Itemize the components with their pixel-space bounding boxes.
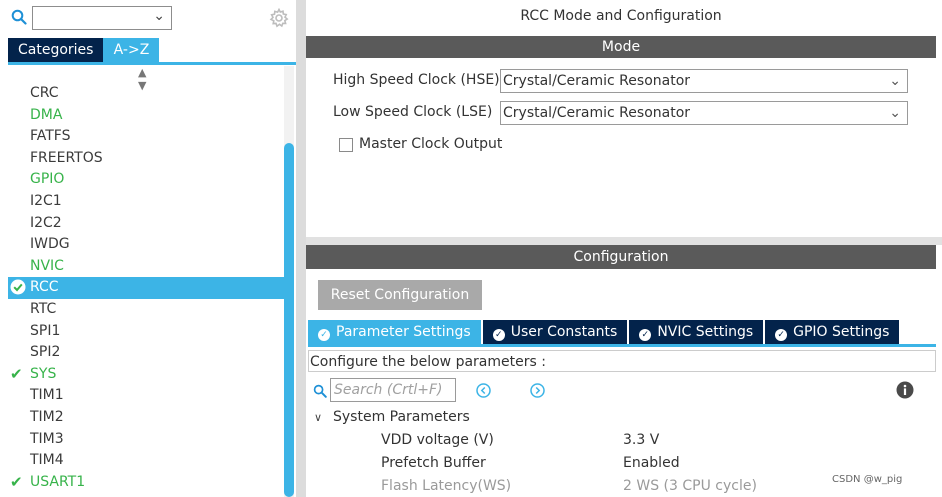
check-icon: ✔ (10, 364, 23, 383)
peripheral-label: DMA (30, 106, 63, 123)
tab-config-1[interactable]: ✓ User Constants (482, 320, 628, 344)
previous-result-icon[interactable] (476, 383, 491, 398)
peripheral-label: SPI1 (30, 322, 61, 339)
peripheral-label: TIM2 (30, 408, 64, 425)
peripheral-label: FATFS (30, 128, 71, 145)
peripheral-label: SPI2 (30, 344, 61, 361)
peripheral-label: CRC (30, 85, 59, 101)
tab-a-to-z[interactable]: A->Z (103, 38, 160, 62)
peripheral-label: GPIO (30, 171, 65, 188)
peripheral-label: I2C1 (30, 192, 62, 209)
scrollbar-thumb[interactable] (284, 143, 294, 497)
check-icon: ✔ (10, 472, 23, 491)
config-tab-bar: ✓ Parameter Settings ✓ User Constants ✓ NVIC … (308, 320, 901, 344)
info-icon[interactable] (896, 381, 914, 399)
check-circle-icon: ✓ (639, 329, 652, 341)
peripheral-label: TIM3 (30, 430, 64, 447)
param-value[interactable]: 2 WS (3 CPU cycle) (623, 478, 757, 494)
peripheral-item[interactable]: TIM1 (8, 385, 286, 407)
check-circle-icon (10, 277, 28, 299)
lse-label: Low Speed Clock (LSE) (333, 104, 493, 120)
peripheral-label: TIM4 (30, 452, 64, 469)
gear-icon[interactable] (269, 8, 289, 28)
check-circle-icon: ✓ (775, 329, 788, 341)
peripheral-item[interactable]: TIM4 (8, 450, 286, 472)
panel-splitter[interactable] (296, 0, 306, 497)
tab-config-3[interactable]: ✓ GPIO Settings (765, 320, 900, 344)
peripheral-item[interactable]: TIM2 (8, 407, 286, 429)
tab-label: NVIC Settings (657, 324, 754, 340)
peripheral-label: IWDG (30, 236, 70, 253)
search-icon[interactable] (11, 9, 27, 25)
chevron-down-icon[interactable]: ⌄ (889, 102, 901, 124)
peripheral-label: TIM1 (30, 387, 64, 404)
configure-instructions: Configure the below parameters : (308, 350, 936, 372)
param-value[interactable]: 3.3 V (623, 432, 659, 448)
tab-config-0[interactable]: ✓ Parameter Settings (308, 320, 481, 344)
peripheral-item[interactable]: I2C2 (8, 213, 286, 235)
param-name: Flash Latency(WS) (381, 478, 512, 494)
hse-select[interactable]: Crystal/Ceramic Resonator ⌄ (500, 69, 908, 93)
check-circle-icon: ✓ (318, 329, 330, 341)
right-panel: RCC Mode and Configuration Mode High Spe… (306, 0, 942, 497)
watermark: CSDN @w_pig (832, 474, 903, 485)
peripheral-label: I2C2 (30, 214, 62, 231)
peripheral-item[interactable]: DMA (8, 105, 286, 127)
peripheral-item[interactable]: FATFS (8, 126, 286, 148)
peripheral-item[interactable]: I2C1 (8, 191, 286, 213)
tab-config-2[interactable]: ✓ NVIC Settings (629, 320, 764, 344)
next-result-icon[interactable] (530, 383, 545, 398)
peripheral-item[interactable]: GPIO (8, 169, 286, 191)
tab-categories[interactable]: Categories (8, 38, 104, 62)
configuration-header: Configuration (306, 245, 936, 269)
left-tab-bar: Categories A->Z (8, 38, 160, 62)
lse-select[interactable]: Crystal/Ceramic Resonator ⌄ (500, 101, 908, 125)
peripheral-list: CRC DMA FATFS FREERTOS GPIO I2C1 I2C2 IWDG NVIC R… (8, 83, 286, 493)
peripheral-item[interactable]: FREERTOS (8, 148, 286, 170)
section-divider[interactable] (306, 237, 942, 245)
peripheral-item[interactable]: ✔ SYS (8, 364, 286, 386)
left-panel: ⌄ Categories A->Z ▲ ▼ CRC DMA FATFS FREERTOS… (0, 0, 296, 497)
peripheral-label: RCC (30, 279, 59, 296)
check-circle-icon: ✓ (492, 329, 505, 341)
tab-label: Parameter Settings (336, 324, 471, 340)
peripheral-item[interactable]: RCC (8, 277, 286, 299)
peripheral-label: FREERTOS (30, 149, 103, 166)
peripheral-item[interactable]: TIM3 (8, 429, 286, 451)
param-name: VDD voltage (V) (381, 432, 494, 448)
peripheral-item[interactable]: IWDG (8, 234, 286, 256)
tab-label: User Constants (510, 324, 618, 340)
group-label: System Parameters (333, 409, 470, 425)
param-name: Prefetch Buffer (381, 455, 486, 471)
param-value[interactable]: Enabled (623, 455, 680, 471)
peripheral-item[interactable]: ✔ USART1 (8, 472, 286, 494)
tab-label: GPIO Settings (793, 324, 890, 340)
mode-header: Mode (306, 36, 936, 58)
peripheral-item[interactable]: CRC (8, 83, 286, 105)
peripheral-item[interactable]: SPI1 (8, 321, 286, 343)
hse-select-value: Crystal/Ceramic Resonator (503, 73, 691, 89)
peripheral-label: RTC (30, 300, 57, 317)
tab-underline (308, 344, 936, 347)
chevron-down-icon[interactable]: ∨ (314, 411, 322, 424)
lse-select-value: Crystal/Ceramic Resonator (503, 105, 691, 121)
peripheral-item[interactable]: SPI2 (8, 342, 286, 364)
peripheral-label: NVIC (30, 257, 64, 274)
tab-underline (8, 62, 296, 65)
peripheral-item[interactable]: NVIC (8, 256, 286, 278)
peripheral-label: USART1 (30, 473, 86, 490)
mco-checkbox[interactable] (339, 138, 353, 152)
page-title: RCC Mode and Configuration (520, 8, 722, 24)
chevron-down-icon[interactable]: ⌄ (153, 8, 165, 24)
chevron-down-icon[interactable]: ⌄ (889, 70, 901, 92)
parameter-search-input[interactable]: Search (Crtl+F) (330, 378, 456, 402)
search-icon[interactable] (313, 384, 327, 398)
reset-configuration-button[interactable]: Reset Configuration (318, 280, 482, 310)
hse-label: High Speed Clock (HSE) (333, 72, 500, 88)
peripheral-label: SYS (30, 365, 57, 382)
mco-label[interactable]: Master Clock Output (359, 136, 502, 152)
search-combo[interactable]: ⌄ (32, 6, 172, 30)
peripheral-item[interactable]: RTC (8, 299, 286, 321)
